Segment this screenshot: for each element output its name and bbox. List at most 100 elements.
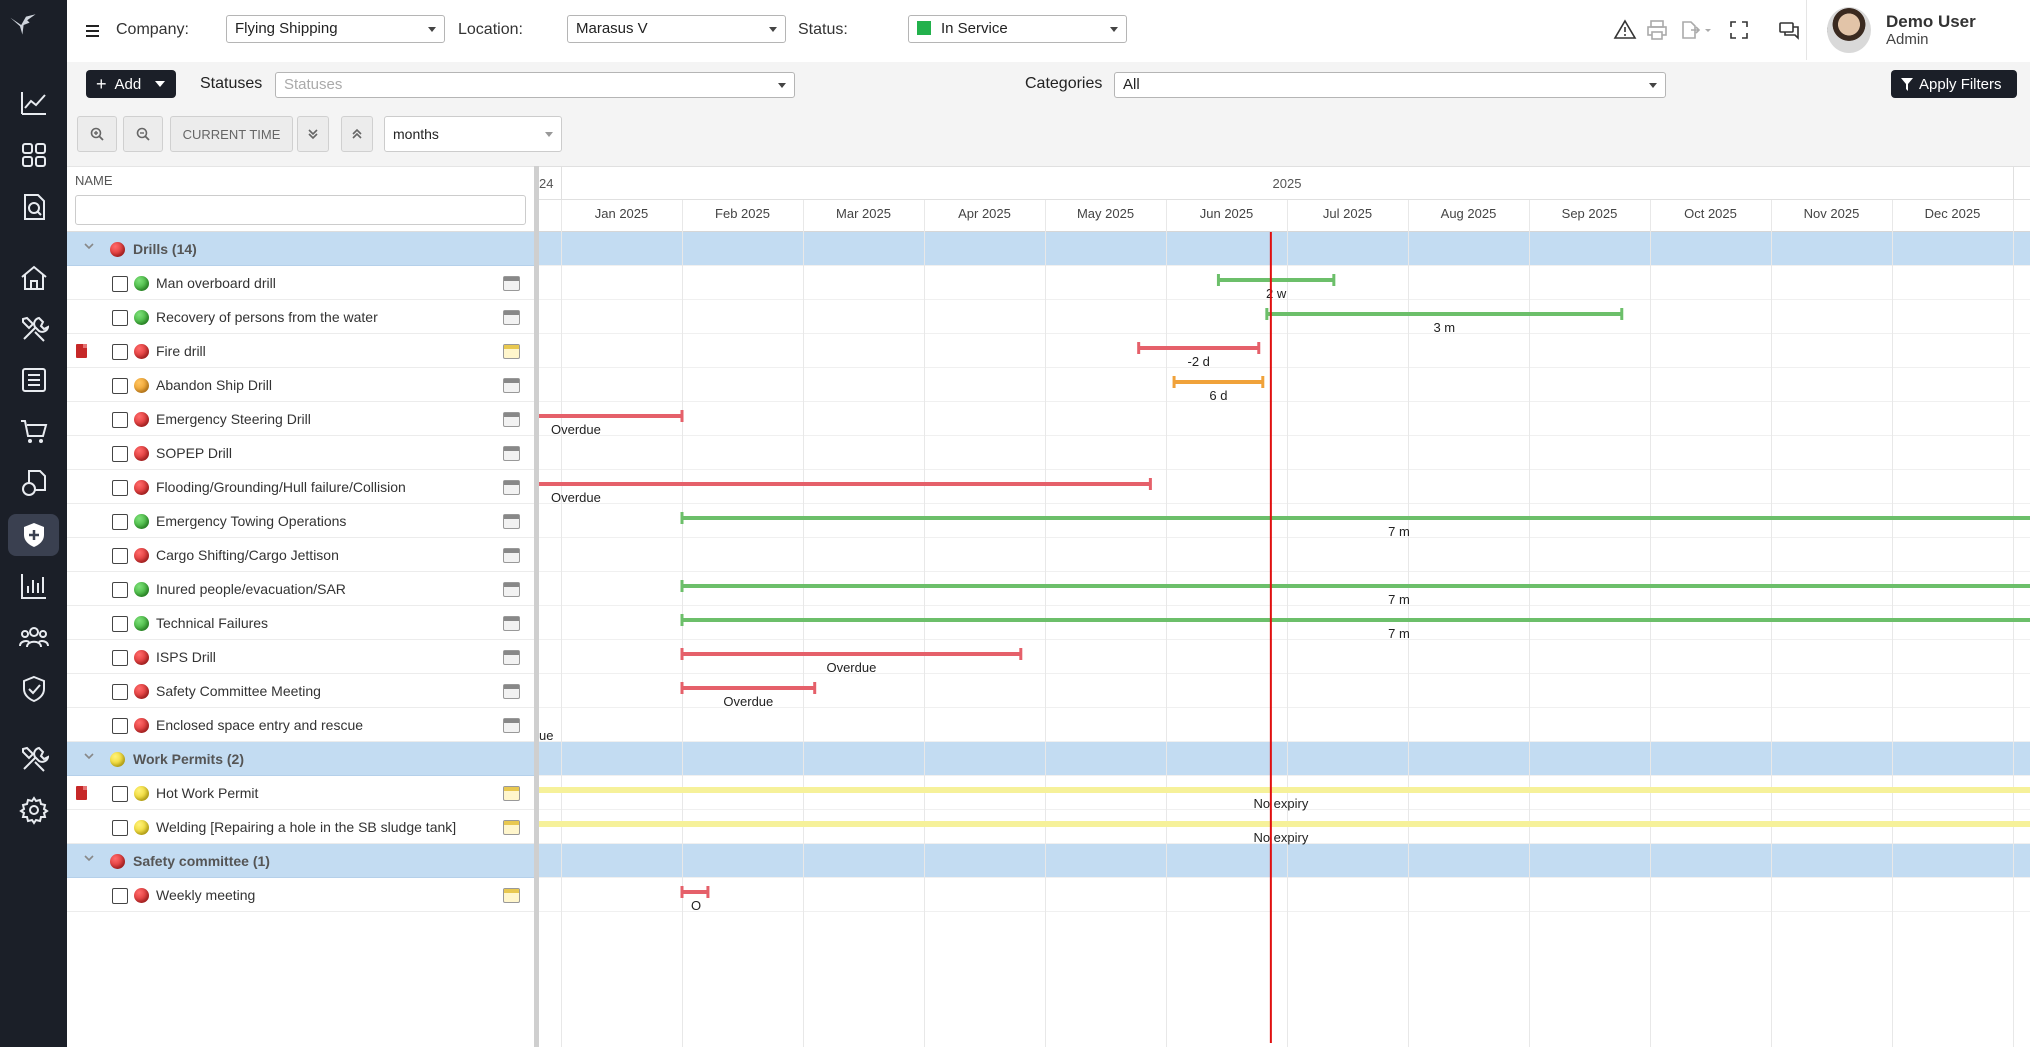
zoom-in-button[interactable]: [77, 116, 117, 152]
chevron-down-icon[interactable]: [84, 751, 94, 761]
group-row[interactable]: Safety committee (1): [67, 844, 534, 878]
status-select[interactable]: In Service: [908, 15, 1127, 43]
settings-icon[interactable]: [8, 789, 59, 831]
documents-icon[interactable]: [8, 462, 59, 504]
chat-icon[interactable]: [1777, 18, 1801, 42]
scale-select[interactable]: months: [384, 116, 562, 152]
row-checkbox[interactable]: [112, 514, 128, 530]
crew-icon[interactable]: [8, 616, 59, 658]
chart-icon[interactable]: [8, 82, 59, 124]
task-row[interactable]: Inured people/evacuation/SAR: [67, 572, 534, 606]
row-checkbox[interactable]: [112, 412, 128, 428]
task-row[interactable]: Flooding/Grounding/Hull failure/Collisio…: [67, 470, 534, 504]
calendar-icon[interactable]: [503, 718, 520, 733]
task-row[interactable]: Safety Committee Meeting: [67, 674, 534, 708]
chevron-down-icon[interactable]: [84, 853, 94, 863]
calendar-icon[interactable]: [503, 514, 520, 529]
calendar-icon[interactable]: [503, 344, 520, 359]
task-row[interactable]: Recovery of persons from the water: [67, 300, 534, 334]
calendar-icon[interactable]: [503, 412, 520, 427]
task-row[interactable]: Technical Failures: [67, 606, 534, 640]
row-checkbox[interactable]: [112, 480, 128, 496]
calendar-icon[interactable]: [503, 310, 520, 325]
row-checkbox[interactable]: [112, 820, 128, 836]
zoom-out-button[interactable]: [123, 116, 163, 152]
calendar-icon[interactable]: [503, 888, 520, 903]
company-select[interactable]: Flying Shipping: [226, 15, 445, 43]
group-row[interactable]: Work Permits (2): [67, 742, 534, 776]
home-icon[interactable]: [8, 257, 59, 299]
search-document-icon[interactable]: [8, 186, 59, 228]
app-logo[interactable]: [8, 10, 58, 54]
calendar-icon[interactable]: [503, 616, 520, 631]
menu-icon[interactable]: [86, 24, 99, 37]
safety-shield-icon[interactable]: [8, 514, 59, 556]
group-row[interactable]: Drills (14): [67, 232, 534, 266]
task-row[interactable]: Enclosed space entry and rescue: [67, 708, 534, 742]
row-checkbox[interactable]: [112, 582, 128, 598]
task-row[interactable]: Fire drill: [67, 334, 534, 368]
task-row[interactable]: Abandon Ship Drill: [67, 368, 534, 402]
row-checkbox[interactable]: [112, 276, 128, 292]
calendar-icon[interactable]: [503, 650, 520, 665]
calendar-icon[interactable]: [503, 548, 520, 563]
add-button[interactable]: + Add: [86, 70, 176, 98]
name-filter-input[interactable]: [75, 195, 526, 225]
task-label: SOPEP Drill: [156, 445, 232, 461]
statuses-select[interactable]: Statuses: [275, 72, 795, 98]
row-checkbox[interactable]: [112, 650, 128, 666]
calendar-icon[interactable]: [503, 582, 520, 597]
permit-bar[interactable]: [539, 821, 2030, 827]
task-row[interactable]: SOPEP Drill: [67, 436, 534, 470]
chevron-down-icon[interactable]: [84, 241, 94, 251]
print-icon[interactable]: [1645, 18, 1669, 42]
row-checkbox[interactable]: [112, 888, 128, 904]
task-row[interactable]: Emergency Towing Operations: [67, 504, 534, 538]
reports-icon[interactable]: [8, 565, 59, 607]
permit-bar[interactable]: [539, 787, 2030, 793]
checklist-icon[interactable]: [8, 359, 59, 401]
categories-select[interactable]: All: [1114, 72, 1666, 98]
tools-icon[interactable]: [8, 308, 59, 350]
cart-icon[interactable]: [8, 410, 59, 452]
apply-filters-button[interactable]: Apply Filters: [1891, 70, 2017, 98]
row-checkbox[interactable]: [112, 718, 128, 734]
task-row[interactable]: Emergency Steering Drill: [67, 402, 534, 436]
row-checkbox[interactable]: [112, 616, 128, 632]
row-checkbox[interactable]: [112, 684, 128, 700]
calendar-icon[interactable]: [503, 684, 520, 699]
warning-icon[interactable]: [1613, 18, 1637, 42]
expand-all-button[interactable]: [341, 116, 373, 152]
current-time-button[interactable]: CURRENT TIME: [170, 116, 293, 152]
task-row[interactable]: ISPS Drill: [67, 640, 534, 674]
calendar-icon[interactable]: [503, 446, 520, 461]
calendar-icon[interactable]: [503, 820, 520, 835]
row-checkbox[interactable]: [112, 310, 128, 326]
location-select[interactable]: Marasus V: [567, 15, 786, 43]
task-row[interactable]: Hot Work Permit: [67, 776, 534, 810]
row-checkbox[interactable]: [112, 344, 128, 360]
pdf-icon[interactable]: [76, 344, 87, 358]
row-checkbox[interactable]: [112, 446, 128, 462]
fullscreen-icon[interactable]: [1727, 18, 1751, 42]
row-checkbox[interactable]: [112, 786, 128, 802]
avatar[interactable]: [1827, 7, 1871, 53]
task-row[interactable]: Welding [Repairing a hole in the SB slud…: [67, 810, 534, 844]
calendar-icon[interactable]: [503, 786, 520, 801]
calendar-icon[interactable]: [503, 480, 520, 495]
collapse-all-button[interactable]: [297, 116, 329, 152]
row-checkbox[interactable]: [112, 548, 128, 564]
task-row[interactable]: Man overboard drill: [67, 266, 534, 300]
calendar-icon[interactable]: [503, 378, 520, 393]
user-menu[interactable]: Demo User Admin: [1806, 0, 2030, 60]
row-checkbox[interactable]: [112, 378, 128, 394]
maintenance-icon[interactable]: [8, 738, 59, 780]
dashboard-icon[interactable]: [8, 134, 59, 176]
pdf-icon[interactable]: [76, 786, 87, 800]
double-chevron-down-icon: [308, 129, 318, 140]
export-icon[interactable]: [1679, 18, 1713, 42]
calendar-icon[interactable]: [503, 276, 520, 291]
certificates-icon[interactable]: [8, 668, 59, 710]
task-row[interactable]: Weekly meeting: [67, 878, 534, 912]
task-row[interactable]: Cargo Shifting/Cargo Jettison: [67, 538, 534, 572]
